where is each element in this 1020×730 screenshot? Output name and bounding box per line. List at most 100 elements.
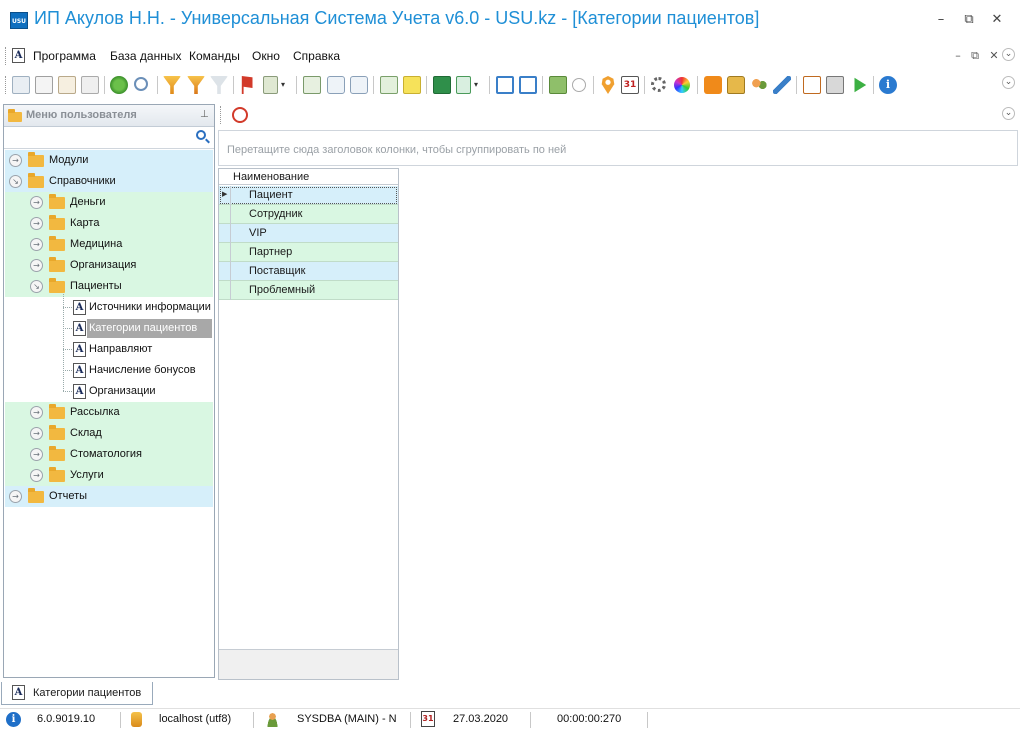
table-row[interactable]: VIP bbox=[219, 224, 398, 243]
note-icon[interactable] bbox=[403, 76, 421, 94]
tree-item[interactable]: → Организация bbox=[5, 255, 213, 276]
expand-icon[interactable]: → bbox=[9, 154, 22, 167]
play-icon[interactable] bbox=[854, 77, 867, 93]
row-indicator[interactable] bbox=[219, 243, 231, 262]
expand-icon[interactable]: → bbox=[30, 196, 43, 209]
tree-item[interactable]: → Модули bbox=[5, 150, 213, 171]
mdi-close-button[interactable]: ✕ bbox=[986, 48, 1002, 64]
dropdown-arrow-icon[interactable]: ▾ bbox=[474, 76, 482, 94]
row-indicator[interactable] bbox=[219, 224, 231, 243]
add-record-icon[interactable] bbox=[12, 76, 30, 94]
excel-export-icon[interactable] bbox=[433, 76, 451, 94]
users-icon[interactable] bbox=[750, 76, 768, 94]
refresh-icon[interactable] bbox=[110, 76, 128, 94]
image-icon[interactable] bbox=[263, 76, 278, 94]
dropdown-arrow-icon[interactable]: ▾ bbox=[281, 76, 289, 94]
columns-icon[interactable] bbox=[303, 76, 321, 94]
mini-toolbar-grip[interactable] bbox=[220, 106, 222, 124]
new-window-icon[interactable] bbox=[496, 76, 514, 94]
chevron-down-icon[interactable]: ⌄ bbox=[1002, 107, 1015, 120]
expand-icon[interactable]: → bbox=[30, 217, 43, 230]
collapse-icon[interactable]: ↘ bbox=[30, 280, 43, 293]
tree-item[interactable]: → Склад bbox=[5, 423, 213, 444]
expand-icon[interactable]: → bbox=[30, 259, 43, 272]
tree-item[interactable]: ↘ Пациенты bbox=[5, 276, 213, 297]
expand-icon[interactable]: → bbox=[30, 406, 43, 419]
tree-item[interactable]: A Источники информации bbox=[5, 297, 213, 318]
tree-item[interactable]: → Карта bbox=[5, 213, 213, 234]
circle-arrow-icon[interactable] bbox=[572, 78, 586, 92]
tree-item[interactable]: → Стоматология bbox=[5, 444, 213, 465]
copy-record-icon[interactable] bbox=[35, 76, 53, 94]
expand-icon[interactable]: → bbox=[9, 490, 22, 503]
table-row[interactable]: ▶ Пациент bbox=[219, 186, 398, 205]
add-column-icon[interactable] bbox=[380, 76, 398, 94]
table-row[interactable]: Сотрудник bbox=[219, 205, 398, 224]
pin-icon[interactable]: ⊥ bbox=[200, 109, 209, 120]
mdi-restore-button[interactable]: ⧉ bbox=[967, 48, 983, 64]
expand-icon[interactable]: → bbox=[30, 238, 43, 251]
grip-handle[interactable] bbox=[5, 47, 7, 65]
close-circle-icon[interactable] bbox=[232, 107, 248, 123]
expand-icon[interactable]: → bbox=[30, 469, 43, 482]
expand-all-icon[interactable] bbox=[327, 76, 345, 94]
group-by-panel[interactable]: Перетащите сюда заголовок колонки, чтобы… bbox=[218, 130, 1018, 166]
edit-record-icon[interactable] bbox=[58, 76, 76, 94]
restore-button[interactable]: ⧉ bbox=[958, 10, 980, 30]
tree-item[interactable]: → Деньги bbox=[5, 192, 213, 213]
menu-help[interactable]: Справка bbox=[293, 49, 340, 63]
close-button[interactable]: ✕ bbox=[986, 10, 1008, 30]
filter-edit-icon[interactable] bbox=[187, 76, 205, 94]
row-indicator[interactable] bbox=[219, 205, 231, 224]
tree-item[interactable]: → Отчеты bbox=[5, 486, 213, 507]
info-icon[interactable]: i bbox=[879, 76, 897, 94]
flag-icon[interactable] bbox=[241, 76, 257, 94]
table-row[interactable]: Проблемный bbox=[219, 281, 398, 300]
filter-icon[interactable] bbox=[163, 76, 181, 94]
tree-item[interactable]: → Медицина bbox=[5, 234, 213, 255]
table-row[interactable]: Партнер bbox=[219, 243, 398, 262]
minimize-button[interactable]: – bbox=[930, 10, 952, 30]
calendar-icon[interactable]: 31 bbox=[621, 76, 639, 94]
lock-icon[interactable] bbox=[727, 76, 745, 94]
collapse-icon[interactable]: ↘ bbox=[9, 175, 22, 188]
tree-item[interactable]: → Услуги bbox=[5, 465, 213, 486]
table-row[interactable]: Поставщик bbox=[219, 262, 398, 281]
menu-search-bar[interactable] bbox=[4, 127, 214, 149]
table-icon[interactable] bbox=[803, 76, 821, 94]
menu-database[interactable]: База данных bbox=[110, 49, 181, 63]
row-indicator[interactable] bbox=[219, 281, 231, 300]
menu-commands[interactable]: Команды bbox=[189, 49, 240, 63]
chevron-down-icon[interactable]: ⌄ bbox=[1002, 76, 1015, 89]
delete-record-icon[interactable] bbox=[81, 76, 99, 94]
plugin-icon[interactable] bbox=[773, 76, 791, 94]
location-pin-icon[interactable] bbox=[601, 76, 615, 94]
mdi-minimize-button[interactable]: – bbox=[950, 48, 966, 64]
tree-item[interactable]: A Начисление бонусов bbox=[5, 360, 213, 381]
import-icon[interactable] bbox=[549, 76, 567, 94]
rss-icon[interactable] bbox=[704, 76, 722, 94]
chevron-down-icon[interactable]: ⌄ bbox=[1002, 48, 1015, 61]
tree-item[interactable]: A Категории пациентов bbox=[5, 318, 213, 339]
tree-item[interactable]: ↘ Справочники bbox=[5, 171, 213, 192]
tree-item[interactable]: A Направляют bbox=[5, 339, 213, 360]
expand-icon[interactable]: → bbox=[30, 448, 43, 461]
tab-patient-categories[interactable]: A Категории пациентов bbox=[1, 682, 153, 705]
column-header-name[interactable]: Наименование bbox=[233, 171, 309, 183]
tree-item[interactable]: → Рассылка bbox=[5, 402, 213, 423]
row-indicator[interactable] bbox=[219, 262, 231, 281]
color-wheel-icon[interactable] bbox=[674, 77, 690, 93]
menu-program[interactable]: Программа bbox=[33, 49, 96, 63]
export-icon[interactable] bbox=[456, 76, 471, 94]
menu-window[interactable]: Окно bbox=[252, 49, 280, 63]
row-indicator[interactable]: ▶ bbox=[219, 186, 231, 205]
print-icon[interactable] bbox=[826, 76, 844, 94]
filter-clear-icon[interactable] bbox=[210, 76, 228, 94]
collapse-all-icon[interactable] bbox=[350, 76, 368, 94]
search-icon[interactable] bbox=[134, 77, 148, 91]
expand-icon[interactable]: → bbox=[30, 427, 43, 440]
tree-item[interactable]: A Организации bbox=[5, 381, 213, 402]
settings-gear-icon[interactable] bbox=[651, 77, 666, 92]
toolbar-grip[interactable] bbox=[5, 76, 7, 94]
close-window-icon[interactable] bbox=[519, 76, 537, 94]
